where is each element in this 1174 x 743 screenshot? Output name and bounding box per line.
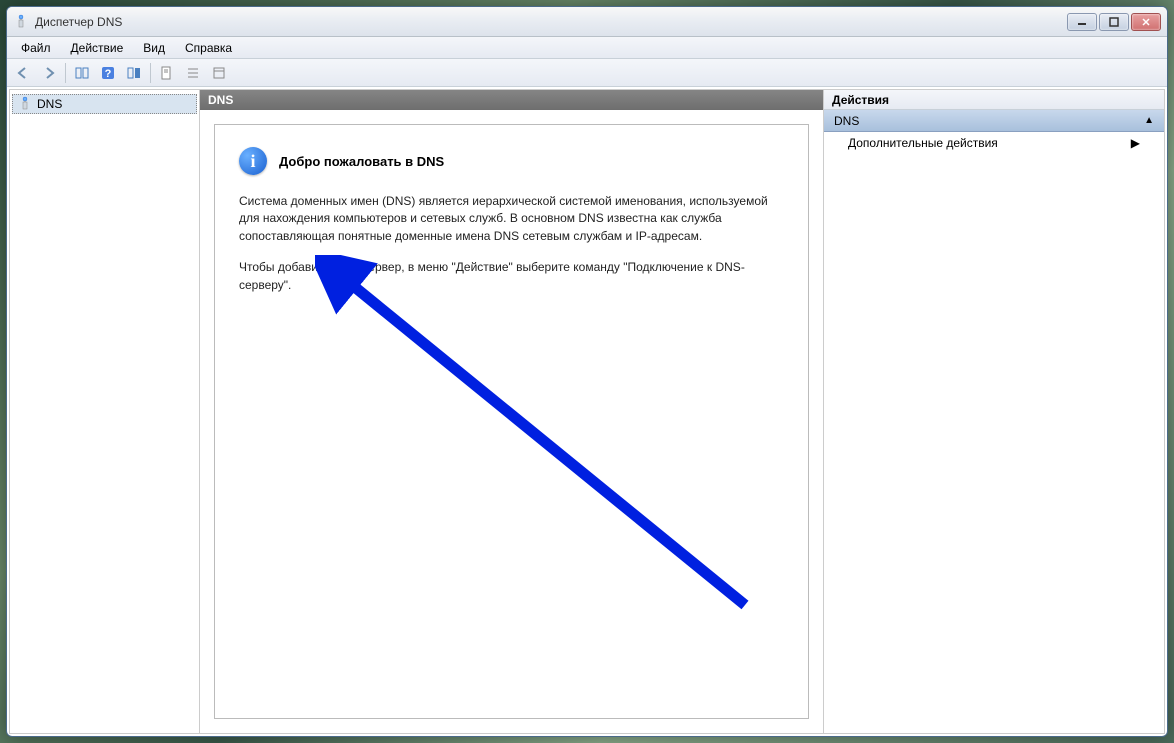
detail-icon [211, 65, 227, 81]
help-button[interactable]: ? [96, 62, 120, 84]
content-area: DNS DNS i Добро пожаловать в DNS Система… [9, 89, 1165, 734]
main-inner: i Добро пожаловать в DNS Система доменны… [214, 124, 809, 719]
close-button[interactable] [1131, 13, 1161, 31]
main-header: DNS [200, 90, 823, 110]
actions-panel: Действия DNS ▲ Дополнительные действия ▶ [824, 90, 1164, 733]
main-body: i Добро пожаловать в DNS Система доменны… [200, 110, 823, 733]
actions-header: Действия [824, 90, 1164, 110]
welcome-paragraph-1: Система доменных имен (DNS) является иер… [239, 193, 779, 245]
actions-more-label: Дополнительные действия [848, 136, 998, 150]
maximize-button[interactable] [1099, 13, 1129, 31]
dns-manager-window: Диспетчер DNS Файл Действие Вид Справка [6, 6, 1168, 737]
list-button[interactable] [181, 62, 205, 84]
submenu-arrow-icon: ▶ [1131, 136, 1140, 150]
close-icon [1141, 17, 1151, 27]
welcome-title: Добро пожаловать в DNS [279, 154, 444, 169]
actions-more[interactable]: Дополнительные действия ▶ [824, 132, 1164, 154]
properties-icon [159, 65, 175, 81]
toolbar-separator [65, 63, 66, 83]
action-pane-icon [126, 65, 142, 81]
properties-button[interactable] [155, 62, 179, 84]
menubar: Файл Действие Вид Справка [7, 37, 1167, 59]
back-icon [15, 65, 31, 81]
welcome-row: i Добро пожаловать в DNS [239, 147, 784, 175]
svg-text:?: ? [105, 68, 112, 80]
welcome-paragraph-2: Чтобы добавить DNS-сервер, в меню "Дейст… [239, 259, 779, 294]
menu-view[interactable]: Вид [133, 39, 175, 57]
actions-subheader-label: DNS [834, 114, 859, 128]
maximize-icon [1109, 17, 1119, 27]
menu-help[interactable]: Справка [175, 39, 242, 57]
minimize-button[interactable] [1067, 13, 1097, 31]
window-controls [1065, 13, 1161, 31]
tree-item-dns[interactable]: DNS [12, 94, 197, 114]
titlebar[interactable]: Диспетчер DNS [7, 7, 1167, 37]
list-icon [185, 65, 201, 81]
panes-icon [74, 65, 90, 81]
back-button[interactable] [11, 62, 35, 84]
menu-file[interactable]: Файл [11, 39, 61, 57]
window-title: Диспетчер DNS [35, 15, 1065, 29]
help-icon: ? [100, 65, 116, 81]
actions-subheader[interactable]: DNS ▲ [824, 110, 1164, 132]
info-icon: i [239, 147, 267, 175]
annotation-arrow [315, 255, 755, 615]
forward-icon [41, 65, 57, 81]
minimize-icon [1077, 17, 1087, 27]
toolbar: ? [7, 59, 1167, 87]
app-icon [13, 14, 29, 30]
detail-button[interactable] [207, 62, 231, 84]
tree-item-label: DNS [37, 97, 62, 111]
menu-action[interactable]: Действие [61, 39, 134, 57]
show-hide-action-button[interactable] [122, 62, 146, 84]
forward-button[interactable] [37, 62, 61, 84]
show-hide-tree-button[interactable] [70, 62, 94, 84]
main-panel: DNS i Добро пожаловать в DNS Система дом… [200, 90, 824, 733]
collapse-icon: ▲ [1144, 115, 1154, 126]
dns-node-icon [17, 96, 33, 112]
toolbar-separator-2 [150, 63, 151, 83]
tree-panel[interactable]: DNS [10, 90, 200, 733]
